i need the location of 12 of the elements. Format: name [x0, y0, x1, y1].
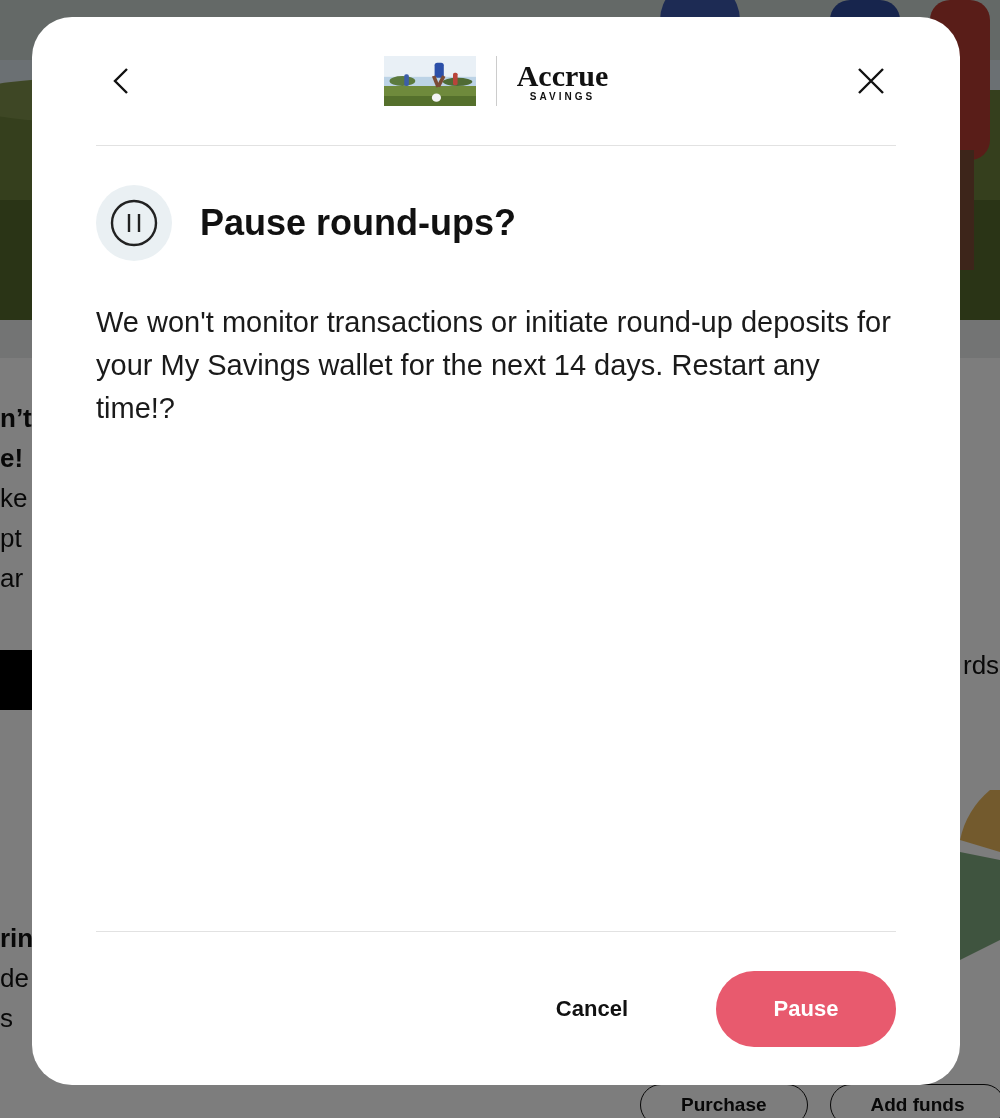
cancel-button[interactable]: Cancel — [549, 994, 634, 1023]
background-text: rin — [0, 922, 34, 955]
background-text: rds — [963, 650, 1000, 681]
background-text: pt — [0, 522, 23, 555]
background-text: e! — [0, 442, 25, 475]
dialog-message: We won't monitor transactions or initiate round-up deposits for your My Savings wallet for the next 14 days. Restart any time!? — [96, 305, 892, 426]
pause-button[interactable]: Pause — [716, 970, 896, 1047]
background-text: de — [0, 962, 30, 995]
background-text: n’t — [0, 402, 33, 435]
background-text: s — [0, 1002, 14, 1035]
background-text: ke — [0, 482, 29, 515]
background-text: ar — [0, 562, 25, 595]
